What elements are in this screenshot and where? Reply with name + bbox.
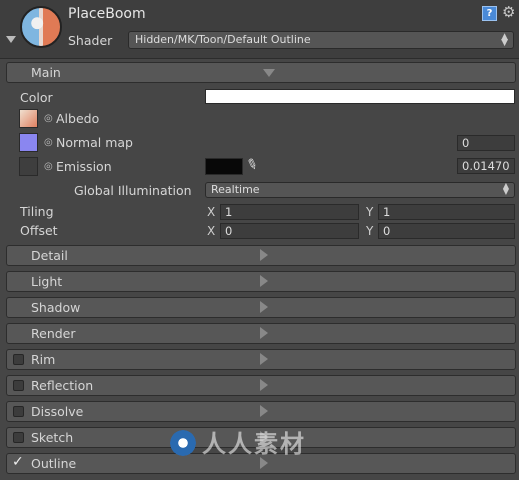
normal-picker-icon[interactable]: ◎	[44, 137, 53, 148]
tiling-label: Tiling	[20, 204, 54, 219]
foldout-arrow-icon[interactable]	[6, 36, 16, 43]
shader-value: Hidden/MK/Toon/Default Outline	[135, 33, 311, 46]
normal-texture-slot[interactable]	[19, 133, 38, 152]
section-label: Detail	[31, 248, 68, 263]
section-dissolve[interactable]: Dissolve	[6, 401, 516, 422]
emission-picker-icon[interactable]: ◎	[44, 161, 53, 172]
section-label: Reflection	[31, 378, 94, 393]
section-label: Render	[31, 326, 76, 341]
normal-strength-field[interactable]: 0	[457, 135, 515, 151]
section-main[interactable]: Main	[6, 62, 516, 83]
collapse-arrow-icon	[260, 379, 268, 391]
collapse-arrow-icon	[260, 405, 268, 417]
tiling-y-label: Y	[366, 205, 374, 219]
color-label: Color	[20, 90, 53, 105]
shader-dropdown[interactable]: Hidden/MK/Toon/Default Outline ▲ ▼	[128, 31, 514, 49]
watermark-logo	[168, 428, 198, 458]
section-shadow[interactable]: Shadow	[6, 297, 516, 318]
collapse-arrow-icon	[260, 353, 268, 365]
albedo-label: Albedo	[56, 111, 100, 126]
section-label: Sketch	[31, 430, 74, 445]
gi-value: Realtime	[211, 183, 260, 196]
section-label: Outline	[31, 456, 77, 471]
tiling-y-field[interactable]: 1	[378, 204, 515, 220]
help-icon[interactable]: ?	[482, 6, 497, 21]
watermark-text: 人人素材	[202, 430, 306, 458]
offset-x-label: X	[207, 224, 216, 238]
emission-label: Emission	[56, 159, 112, 174]
offset-label: Offset	[20, 223, 58, 238]
dropdown-arrows-icon: ▲ ▼	[501, 32, 508, 48]
collapse-arrow-icon	[260, 301, 268, 313]
reflection-toggle-checkbox[interactable]	[13, 380, 24, 391]
section-label: Dissolve	[31, 404, 84, 419]
emission-color-swatch[interactable]	[205, 158, 243, 175]
dropdown-arrows-icon: ▲ ▼	[502, 181, 509, 196]
emission-intensity-field[interactable]: 0.01470	[457, 158, 515, 174]
section-detail[interactable]: Detail	[6, 245, 516, 266]
section-render[interactable]: Render	[6, 323, 516, 344]
material-preview-icon	[20, 6, 62, 48]
offset-y-label: Y	[366, 224, 374, 238]
offset-y-field[interactable]: 0	[378, 223, 515, 239]
albedo-picker-icon[interactable]: ◎	[44, 113, 53, 124]
section-light[interactable]: Light	[6, 271, 516, 292]
color-swatch[interactable]	[205, 89, 515, 104]
tiling-x-field[interactable]: 1	[220, 204, 359, 220]
outline-checkmark-icon[interactable]: ✓	[12, 454, 24, 470]
rim-toggle-checkbox[interactable]	[13, 354, 24, 365]
section-label: Rim	[31, 352, 56, 367]
section-label: Light	[31, 274, 63, 289]
section-label: Shadow	[31, 300, 81, 315]
collapse-arrow-icon	[260, 249, 268, 261]
tiling-x-label: X	[207, 205, 216, 219]
offset-x-field[interactable]: 0	[220, 223, 359, 239]
gi-label: Global Illumination	[74, 183, 192, 198]
shader-label: Shader	[68, 33, 113, 48]
sketch-toggle-checkbox[interactable]	[13, 432, 24, 443]
albedo-texture-slot[interactable]	[19, 109, 38, 128]
expand-arrow-icon	[263, 69, 275, 77]
collapse-arrow-icon	[260, 275, 268, 287]
dissolve-toggle-checkbox[interactable]	[13, 406, 24, 417]
section-rim[interactable]: Rim	[6, 349, 516, 370]
emission-texture-slot[interactable]	[19, 157, 38, 176]
gi-dropdown[interactable]: Realtime ▲ ▼	[205, 182, 515, 198]
section-reflection[interactable]: Reflection	[6, 375, 516, 396]
gear-icon[interactable]: ⚙	[502, 3, 515, 21]
normal-map-label: Normal map	[56, 135, 133, 150]
section-main-label: Main	[31, 65, 61, 80]
collapse-arrow-icon	[260, 327, 268, 339]
material-name: PlaceBoom	[68, 6, 146, 22]
eyedropper-icon[interactable]: ✎	[244, 155, 260, 174]
